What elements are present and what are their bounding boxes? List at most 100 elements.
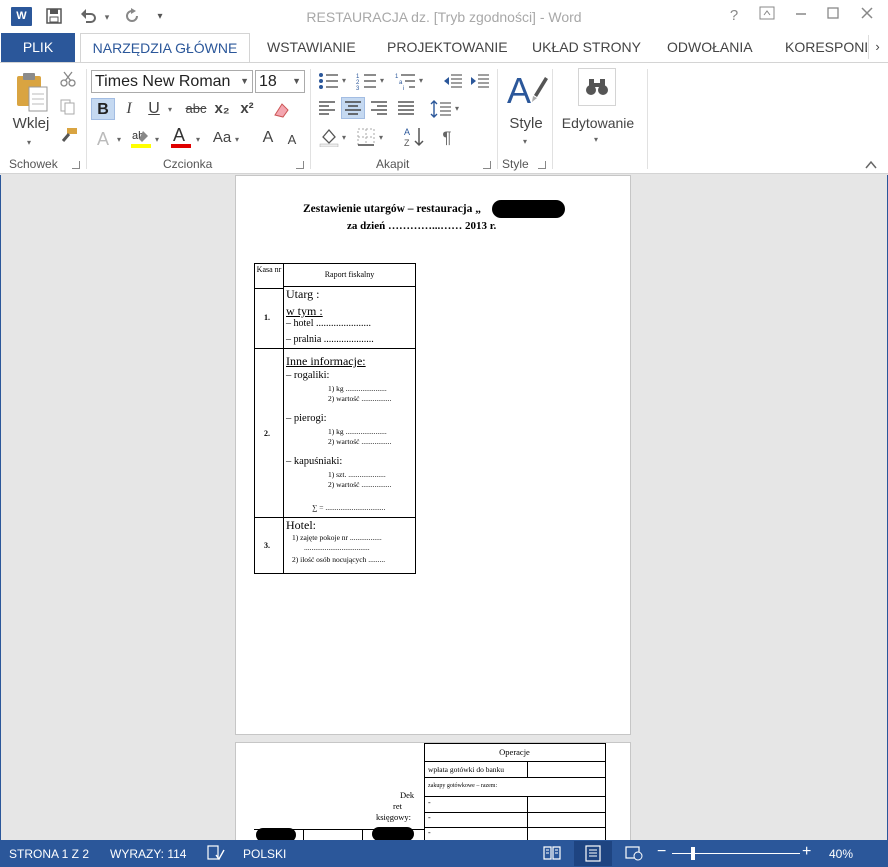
proofing-icon[interactable] bbox=[207, 845, 225, 861]
dash-3: - bbox=[428, 828, 431, 837]
grow-font-button[interactable]: A bbox=[260, 127, 276, 149]
highlight-icon[interactable]: ab bbox=[130, 127, 152, 149]
operacje-header: Operacje bbox=[499, 747, 530, 757]
paste-icon[interactable] bbox=[14, 71, 50, 113]
zoom-out-button[interactable]: − bbox=[657, 843, 666, 861]
justify-icon[interactable] bbox=[397, 100, 415, 116]
tab-home[interactable]: NARZĘDZIA GŁÓWNE bbox=[80, 33, 250, 63]
format-painter-icon[interactable] bbox=[60, 127, 78, 143]
group-separator bbox=[86, 69, 87, 169]
bullets-dropdown-icon[interactable]: ▾ bbox=[342, 76, 346, 85]
word-window: W ▾ ▾ RESTAURACJA dz. [Tryb zgodności] -… bbox=[0, 0, 888, 867]
font-name-combo[interactable]: Times New Roman ▼ bbox=[91, 70, 253, 93]
clear-formatting-icon[interactable] bbox=[272, 101, 292, 119]
row-1-hotel: – hotel ...................... bbox=[286, 318, 371, 329]
superscript-button[interactable]: x² bbox=[236, 98, 258, 120]
doc-subtitle: za dzień …………...…… 2013 r. bbox=[347, 220, 497, 232]
styles-launcher-icon[interactable] bbox=[538, 161, 546, 169]
numbering-icon[interactable]: 123 bbox=[356, 72, 378, 92]
shrink-font-button[interactable]: A bbox=[285, 129, 299, 151]
redacted-block-2 bbox=[372, 827, 414, 841]
document-area[interactable]: Zestawienie utargów – restauracja „ za d… bbox=[0, 175, 888, 853]
tab-file[interactable]: PLIK bbox=[1, 33, 75, 62]
subscript-button[interactable]: x₂ bbox=[211, 98, 233, 120]
language[interactable]: POLSKI bbox=[243, 847, 286, 861]
line-spacing-icon[interactable] bbox=[430, 99, 452, 119]
paste-dropdown-icon[interactable]: ▾ bbox=[27, 138, 31, 147]
line-spacing-dropdown-icon[interactable]: ▾ bbox=[455, 104, 459, 113]
row-2-number: 2. bbox=[264, 429, 270, 438]
tab-insert[interactable]: WSTAWIANIE bbox=[263, 33, 360, 62]
shading-dropdown-icon[interactable]: ▾ bbox=[342, 133, 346, 142]
dash-1: - bbox=[428, 798, 431, 807]
font-color-dropdown-icon[interactable]: ▾ bbox=[196, 135, 200, 144]
increase-indent-icon[interactable] bbox=[470, 72, 490, 90]
read-mode-icon[interactable] bbox=[543, 845, 561, 861]
styles-group-label: Style bbox=[502, 157, 529, 171]
maximize-icon[interactable] bbox=[822, 6, 844, 26]
editing-button[interactable]: Edytowanie bbox=[557, 112, 639, 134]
help-icon[interactable]: ? bbox=[723, 6, 745, 26]
editing-dropdown-icon[interactable]: ▾ bbox=[594, 135, 598, 144]
styles-icon[interactable]: A bbox=[506, 69, 548, 111]
tab-references[interactable]: ODWOŁANIA bbox=[663, 33, 757, 62]
page-count[interactable]: STRONA 1 Z 2 bbox=[9, 847, 89, 861]
page-2[interactable]: Operacje wpłata gotówki do banku zakupy … bbox=[235, 742, 631, 853]
sort-icon[interactable]: AZ bbox=[404, 126, 426, 148]
row-3-osoby: 2) ilość osób nocujących ......... bbox=[292, 555, 386, 564]
find-binoculars-icon[interactable] bbox=[578, 68, 616, 106]
text-effects-icon[interactable]: A bbox=[93, 128, 113, 150]
cut-icon[interactable] bbox=[60, 71, 76, 87]
group-separator bbox=[497, 69, 498, 169]
chevron-down-icon: ▼ bbox=[240, 76, 249, 86]
font-size-value: 18 bbox=[259, 73, 277, 90]
collapse-ribbon-icon[interactable] bbox=[864, 158, 878, 170]
styles-button[interactable]: Style bbox=[505, 113, 547, 135]
align-center-icon[interactable] bbox=[341, 97, 365, 119]
tab-page-layout[interactable]: UKŁAD STRONY bbox=[528, 33, 645, 62]
web-layout-icon[interactable] bbox=[625, 845, 643, 861]
italic-button[interactable]: I bbox=[118, 98, 140, 120]
text-effects-dropdown-icon[interactable]: ▾ bbox=[117, 135, 121, 144]
bold-button[interactable]: B bbox=[91, 98, 115, 120]
zoom-slider-thumb[interactable] bbox=[691, 847, 696, 860]
align-right-icon[interactable] bbox=[370, 100, 388, 116]
word-count[interactable]: WYRAZY: 114 bbox=[110, 847, 186, 861]
ribbon-display-icon[interactable] bbox=[756, 6, 778, 26]
multilevel-list-icon[interactable]: 1ai bbox=[395, 72, 417, 92]
zoom-level[interactable]: 40% bbox=[829, 847, 853, 861]
numbering-dropdown-icon[interactable]: ▾ bbox=[380, 76, 384, 85]
multilevel-dropdown-icon[interactable]: ▾ bbox=[419, 76, 423, 85]
change-case-button[interactable]: Aa bbox=[210, 127, 234, 149]
highlight-dropdown-icon[interactable]: ▾ bbox=[155, 135, 159, 144]
bullets-icon[interactable] bbox=[318, 72, 340, 90]
page-1[interactable]: Zestawienie utargów – restauracja „ za d… bbox=[235, 175, 631, 735]
copy-icon[interactable] bbox=[60, 99, 76, 115]
paragraph-launcher-icon[interactable] bbox=[483, 161, 491, 169]
print-layout-icon[interactable] bbox=[574, 841, 612, 866]
tab-mailings[interactable]: KORESPOND bbox=[781, 33, 867, 62]
clipboard-launcher-icon[interactable] bbox=[72, 161, 80, 169]
zoom-in-button[interactable]: + bbox=[802, 843, 811, 861]
change-case-dropdown-icon[interactable]: ▾ bbox=[235, 135, 239, 144]
borders-dropdown-icon[interactable]: ▾ bbox=[379, 133, 383, 142]
show-formatting-button[interactable]: ¶ bbox=[438, 127, 456, 149]
minimize-icon[interactable] bbox=[790, 6, 812, 26]
font-size-combo[interactable]: 18 ▼ bbox=[255, 70, 305, 93]
row-1-wtym: w tym : bbox=[286, 304, 323, 318]
paste-button[interactable]: Wklej bbox=[9, 113, 53, 135]
strikethrough-button[interactable]: abc bbox=[182, 98, 210, 120]
styles-dropdown-icon[interactable]: ▾ bbox=[523, 137, 527, 146]
row-2-kapusniaki-wartosc: 2) wartość ................ bbox=[328, 480, 392, 489]
shading-icon[interactable] bbox=[318, 127, 340, 148]
font-color-icon[interactable]: A bbox=[170, 125, 192, 149]
tab-design[interactable]: PROJEKTOWANIE bbox=[383, 33, 512, 62]
underline-button[interactable]: U bbox=[143, 98, 165, 120]
underline-dropdown-icon[interactable]: ▾ bbox=[168, 105, 172, 114]
font-launcher-icon[interactable] bbox=[296, 161, 304, 169]
close-icon[interactable] bbox=[856, 6, 878, 26]
borders-icon[interactable] bbox=[357, 128, 375, 146]
tab-scroll-right-icon[interactable]: › bbox=[868, 35, 886, 59]
align-left-icon[interactable] bbox=[318, 100, 336, 116]
decrease-indent-icon[interactable] bbox=[443, 72, 463, 90]
